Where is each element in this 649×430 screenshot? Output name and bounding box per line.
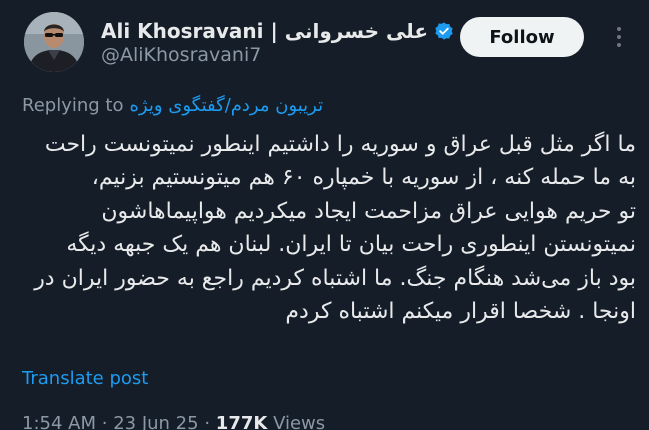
- views-label: Views: [273, 413, 326, 430]
- meta-separator: ·: [101, 413, 108, 430]
- more-vertical-icon[interactable]: [606, 22, 632, 52]
- tweet-line: تو حریم هوایی عراق مزاحمت ایجاد میکردیم …: [101, 198, 636, 224]
- more-dot: [617, 43, 621, 47]
- tweet-line: به ما حمله کنه ، از سوریه با خمپاره ۶۰ ه…: [91, 165, 636, 191]
- tweet-text: ما اگر مثل قبل عراق و سوریه را داشتیم ای…: [18, 128, 636, 328]
- tweet-time[interactable]: 1:54 AM: [22, 413, 96, 430]
- tweet-line: نمیتونستن اینطوری راحت بیان تا ایران. لب…: [66, 232, 636, 258]
- follow-button[interactable]: Follow: [460, 17, 584, 57]
- replying-to-link[interactable]: تریبون مردم/گفتگوی ویژه: [129, 95, 323, 116]
- avatar-photo: [24, 12, 84, 72]
- meta-separator: ·: [204, 413, 211, 430]
- tweet-date[interactable]: 23 Jun 25: [113, 413, 198, 430]
- replying-to-prefix: Replying to: [22, 94, 124, 116]
- replying-to: Replying to تریبون مردم/گفتگوی ویژه: [22, 91, 342, 119]
- views-count: 177K: [215, 413, 268, 430]
- tweet-line: ما اگر مثل قبل عراق و سوریه را داشتیم ای…: [44, 132, 636, 157]
- author-handle[interactable]: @AliKhosravani7: [101, 44, 261, 66]
- tweet-line: بود باز می‌شد هنگام جنگ. ما اشتباه کردیم…: [34, 265, 636, 291]
- tweet-line: اونجا . شخصا اقرار میکنم اشتباه کردم: [285, 299, 636, 325]
- verified-badge-icon: [434, 21, 454, 41]
- translate-post-link[interactable]: Translate post: [22, 368, 148, 394]
- tweet-header: Ali Khosravani | علی خسروانی @AliKhosrav…: [0, 0, 649, 88]
- more-dot: [617, 27, 621, 31]
- more-dot: [617, 35, 621, 39]
- author-name-line: Ali Khosravani | علی خسروانی: [101, 16, 454, 46]
- tweet-meta: 1:54 AM · 23 Jun 25 · 177K Views: [22, 413, 325, 430]
- avatar[interactable]: [24, 12, 84, 72]
- author-display-name[interactable]: Ali Khosravani | علی خسروانی: [101, 19, 428, 43]
